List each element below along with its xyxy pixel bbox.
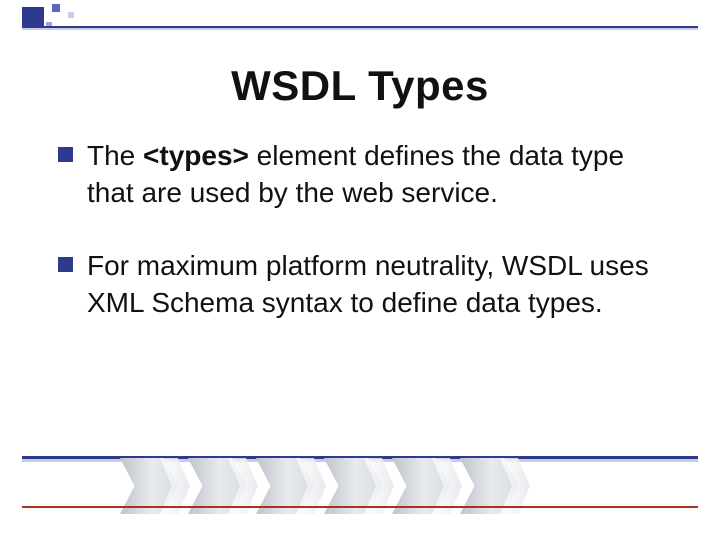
slide-title: WSDL Types bbox=[0, 62, 720, 110]
bullet-text-pre: The bbox=[87, 140, 143, 171]
slide: WSDL Types The <types> element defines t… bbox=[0, 0, 720, 540]
bottom-divider-thin bbox=[22, 506, 698, 508]
bullet-text: The <types> element defines the data typ… bbox=[87, 138, 670, 212]
bullet-text: For maximum platform neutrality, WSDL us… bbox=[87, 248, 670, 322]
slide-body: The <types> element defines the data typ… bbox=[58, 138, 670, 358]
bullet-icon bbox=[58, 147, 73, 162]
bullet-icon bbox=[58, 257, 73, 272]
bullet-item: For maximum platform neutrality, WSDL us… bbox=[58, 248, 670, 322]
square-icon bbox=[52, 4, 60, 12]
bullet-item: The <types> element defines the data typ… bbox=[58, 138, 670, 212]
square-icon bbox=[68, 12, 74, 18]
bullet-text-strong: <types> bbox=[143, 140, 249, 171]
bullet-text-pre: For maximum platform neutrality, WSDL us… bbox=[87, 250, 649, 318]
top-divider bbox=[22, 26, 698, 30]
